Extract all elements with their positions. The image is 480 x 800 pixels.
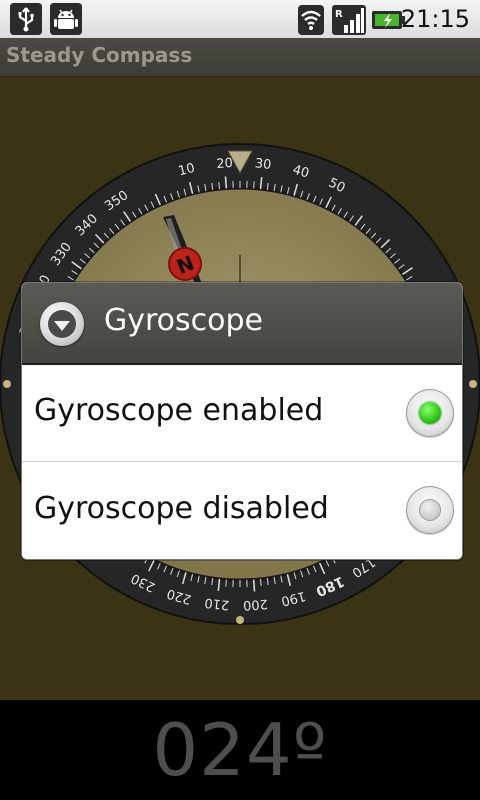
dial-tick	[224, 176, 228, 189]
radio-unselected-icon	[419, 499, 441, 521]
android-debug-icon	[50, 3, 82, 35]
south-marker-dot	[236, 616, 244, 624]
option-label: Gyroscope enabled	[34, 393, 324, 428]
dial-tick	[252, 579, 256, 592]
gyroscope-dialog: Gyroscope Gyroscope enabled Gyroscope di…	[21, 282, 463, 560]
svg-text:R: R	[335, 9, 343, 20]
dial-label: 30	[254, 156, 272, 173]
signal-roaming-icon: R	[332, 3, 366, 35]
radio-button-selected[interactable]	[406, 389, 454, 437]
usb-icon	[10, 3, 42, 35]
east-marker-dot	[469, 380, 477, 388]
option-gyroscope-enabled[interactable]: Gyroscope enabled	[22, 365, 462, 462]
dialog-header: Gyroscope	[22, 283, 462, 365]
dialog-title: Gyroscope	[104, 303, 264, 338]
dialog-option-list: Gyroscope enabled Gyroscope disabled	[22, 365, 462, 559]
radio-button-unselected[interactable]	[406, 486, 454, 534]
radio-selected-icon	[419, 402, 441, 424]
option-gyroscope-disabled[interactable]: Gyroscope disabled	[22, 462, 462, 559]
dial-label: 210	[204, 595, 230, 613]
status-bar: R 21:15	[0, 0, 480, 39]
west-marker-dot	[3, 380, 11, 388]
clock-time: 21:15	[400, 5, 470, 33]
android-screen: R 21:15 Steady Compass 350 10 20 30 40 5…	[0, 0, 480, 800]
app-title-bar: Steady Compass	[0, 38, 480, 77]
option-label: Gyroscope disabled	[34, 491, 329, 526]
dial-label: 200	[242, 596, 268, 613]
heading-value: 024º	[152, 708, 328, 792]
heading-readout: 024º	[0, 700, 480, 800]
dropdown-arrow-icon	[40, 302, 84, 346]
app-title: Steady Compass	[6, 43, 193, 67]
wifi-icon	[296, 3, 326, 35]
dial-label: 20	[216, 156, 234, 172]
